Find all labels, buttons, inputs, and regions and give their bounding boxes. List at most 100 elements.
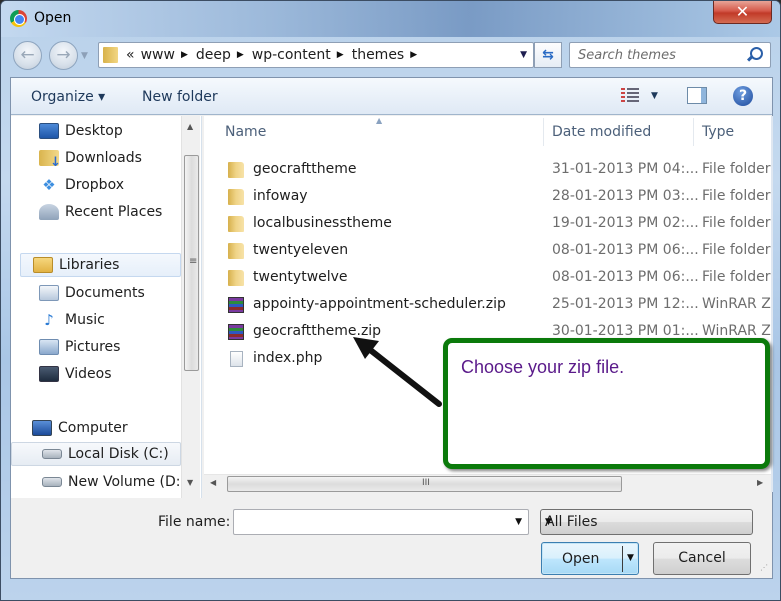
title-bar: Open ✕ xyxy=(1,1,780,37)
file-row[interactable]: appointy-appointment-scheduler.zip 25-01… xyxy=(204,292,771,319)
navigation-pane: Desktop Downloads ❖ Dropbox Recent Place… xyxy=(11,116,202,498)
file-date: 30-01-2013 PM 01:... xyxy=(552,323,699,339)
file-type-select[interactable]: All Files ▼ xyxy=(540,509,753,535)
folder-icon xyxy=(228,189,244,205)
breadcrumb-themes[interactable]: themes xyxy=(352,47,405,63)
pictures-icon xyxy=(39,339,59,355)
cancel-button[interactable]: Cancel xyxy=(653,542,751,575)
nav-item-desktop[interactable]: Desktop xyxy=(39,119,201,143)
search-icon[interactable] xyxy=(750,47,763,60)
scroll-right-icon[interactable]: ▶ xyxy=(757,478,763,487)
nav-item-music[interactable]: ♪ Music xyxy=(39,308,201,332)
preview-pane-icon[interactable] xyxy=(687,87,707,104)
nav-item-label: Music xyxy=(65,312,105,328)
nav-item-new-volume-d[interactable]: New Volume (D:) xyxy=(42,470,201,494)
column-divider[interactable] xyxy=(543,118,544,146)
change-view-icon[interactable] xyxy=(621,88,639,104)
nav-item-local-disk-c[interactable]: Local Disk (C:) xyxy=(11,442,181,466)
breadcrumb-wp-content[interactable]: wp-content xyxy=(252,47,331,63)
file-row[interactable]: localbusinesstheme 19-01-2013 PM 02:... … xyxy=(204,211,771,238)
nav-item-downloads[interactable]: Downloads xyxy=(39,146,201,170)
scroll-down-icon[interactable]: ▼ xyxy=(187,478,193,487)
close-button[interactable]: ✕ xyxy=(713,1,772,24)
column-header-name[interactable]: Name xyxy=(225,116,266,148)
folder-icon xyxy=(228,243,244,259)
dialog-body: Organize ▾ New folder ▼ ? Desktop Downlo… xyxy=(10,77,773,579)
file-row[interactable]: twentyeleven 08-01-2013 PM 06:... File f… xyxy=(204,238,771,265)
scroll-thumb[interactable]: ≡ xyxy=(184,155,199,371)
file-date: 31-01-2013 PM 04:... xyxy=(552,161,699,177)
address-bar[interactable]: « www ▶ deep ▶ wp-content ▶ themes ▶ ▼ xyxy=(98,42,534,68)
file-name-label: File name: xyxy=(158,514,231,530)
address-dropdown-icon[interactable]: ▼ xyxy=(520,50,527,60)
local-disk-icon xyxy=(42,449,62,459)
open-button-label: Open xyxy=(562,551,600,567)
column-header-date-modified[interactable]: Date modified xyxy=(552,116,651,148)
scroll-up-icon[interactable]: ▲ xyxy=(187,122,193,131)
nav-item-label: Downloads xyxy=(65,150,142,166)
resize-grip-icon[interactable]: ⋰ xyxy=(760,564,770,576)
nav-item-libraries[interactable]: Libraries xyxy=(20,253,181,277)
file-type: WinRAR ZI xyxy=(702,323,771,339)
breadcrumb-overflow[interactable]: « xyxy=(126,47,135,63)
nav-item-computer[interactable]: Computer xyxy=(32,416,201,440)
nav-item-label: Local Disk (C:) xyxy=(68,446,169,462)
file-list-edge xyxy=(771,116,773,492)
recent-places-icon xyxy=(39,204,59,220)
scroll-left-icon[interactable]: ◀ xyxy=(210,478,216,487)
nav-item-documents[interactable]: Documents xyxy=(39,281,201,305)
file-name-dropdown-icon[interactable]: ▼ xyxy=(515,517,522,527)
nav-item-label: Recent Places xyxy=(65,204,163,220)
file-name-combo[interactable]: ▼ xyxy=(233,509,529,535)
file-name: infoway xyxy=(253,188,308,204)
nav-pane-scrollbar[interactable]: ▲ ≡ ▼ xyxy=(181,116,200,498)
scroll-thumb[interactable]: III xyxy=(227,476,622,492)
search-input[interactable] xyxy=(578,44,738,66)
file-row[interactable]: geocrafttheme 31-01-2013 PM 04:... File … xyxy=(204,157,771,184)
folder-icon xyxy=(228,270,244,286)
file-name: twentyeleven xyxy=(253,242,349,258)
file-row[interactable]: twentytwelve 08-01-2013 PM 06:... File f… xyxy=(204,265,771,292)
nav-item-label: New Volume (D:) xyxy=(68,474,186,490)
scroll-grip-icon: ≡ xyxy=(189,256,198,267)
file-type: File folder xyxy=(702,269,771,285)
organize-button[interactable]: Organize ▾ xyxy=(31,89,105,105)
breadcrumb-deep[interactable]: deep xyxy=(196,47,231,63)
file-date: 08-01-2013 PM 06:... xyxy=(552,269,699,285)
nav-item-label: Computer xyxy=(58,420,128,436)
sort-ascending-icon: ▲ xyxy=(376,116,383,125)
new-folder-button[interactable]: New folder xyxy=(142,89,218,105)
back-button[interactable]: ← xyxy=(13,41,42,70)
breadcrumb-separator-icon[interactable]: ▶ xyxy=(181,50,188,60)
file-name-input[interactable] xyxy=(238,511,508,533)
breadcrumb-separator-icon[interactable]: ▶ xyxy=(337,50,344,60)
annotation-callout: Choose your zip file. xyxy=(443,338,770,469)
nav-item-recent-places[interactable]: Recent Places xyxy=(39,200,201,224)
file-row[interactable]: infoway 28-01-2013 PM 03:... File folder xyxy=(204,184,771,211)
search-box[interactable] xyxy=(569,42,771,68)
breadcrumb-www[interactable]: www xyxy=(141,47,175,63)
split-divider xyxy=(622,546,623,572)
help-icon[interactable]: ? xyxy=(733,86,753,106)
nav-item-videos[interactable]: Videos xyxy=(39,362,201,386)
breadcrumb-separator-icon[interactable]: ▶ xyxy=(237,50,244,60)
nav-item-pictures[interactable]: Pictures xyxy=(39,335,201,359)
file-type: File folder xyxy=(702,161,771,177)
file-name: twentytwelve xyxy=(253,269,348,285)
file-list-horizontal-scrollbar[interactable]: ◀ III ▶ xyxy=(204,474,771,492)
command-bar: Organize ▾ New folder ▼ ? xyxy=(11,78,772,115)
music-icon: ♪ xyxy=(44,311,54,329)
nav-item-dropbox[interactable]: ❖ Dropbox xyxy=(39,173,201,197)
view-options-dropdown[interactable]: ▼ xyxy=(651,91,658,101)
open-button[interactable]: Open ▼ xyxy=(541,542,639,575)
column-header-type[interactable]: Type xyxy=(702,116,734,148)
breadcrumb-separator-icon[interactable]: ▶ xyxy=(410,50,417,60)
open-options-dropdown-icon[interactable]: ▼ xyxy=(627,553,634,563)
recent-locations-dropdown[interactable]: ▼ xyxy=(81,51,88,61)
forward-button[interactable]: → xyxy=(49,41,78,70)
refresh-button[interactable]: ⇆ xyxy=(534,42,562,68)
file-type-dropdown-icon[interactable]: ▼ xyxy=(545,517,746,527)
libraries-icon xyxy=(33,257,53,273)
column-divider[interactable] xyxy=(693,118,694,146)
folder-icon xyxy=(103,47,118,63)
